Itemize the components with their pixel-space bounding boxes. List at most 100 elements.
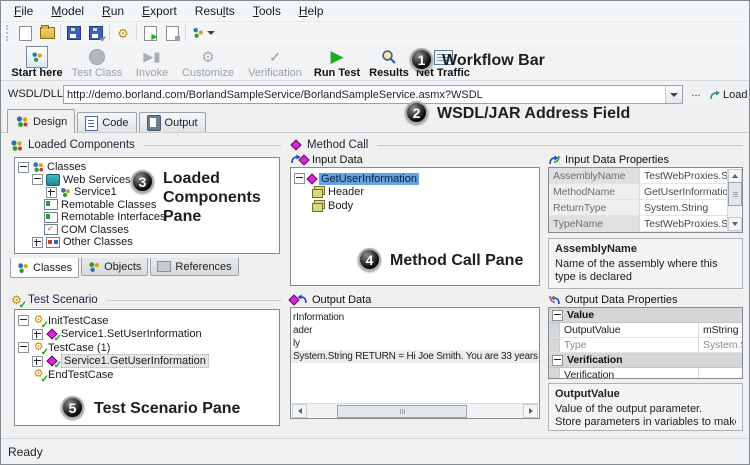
- collapse-icon[interactable]: [18, 315, 29, 326]
- property-row-outputvalue[interactable]: OutputValue mString: [549, 323, 742, 338]
- scroll-left-button[interactable]: [292, 404, 307, 418]
- expand-icon[interactable]: [32, 237, 43, 248]
- wsdl-address-field[interactable]: [63, 85, 683, 104]
- method-icon: [306, 173, 317, 184]
- menu-tools[interactable]: Tools: [244, 2, 290, 20]
- property-name: Type: [560, 338, 699, 352]
- tab-output[interactable]: Output: [139, 112, 206, 133]
- toolbar-grip[interactable]: [6, 25, 11, 41]
- wsdl-address-input[interactable]: [64, 89, 665, 101]
- expand-icon[interactable]: [32, 329, 43, 340]
- scroll-right-button[interactable]: [523, 404, 538, 418]
- tab-references[interactable]: References: [150, 258, 238, 276]
- horizontal-scrollbar[interactable]: [292, 403, 538, 417]
- menu-export[interactable]: Export: [133, 2, 186, 20]
- collapse-icon[interactable]: [552, 310, 563, 321]
- property-row-assemblyname[interactable]: AssemblyName TestWebProxies.Service: [549, 168, 742, 184]
- tree-item-label: Header: [328, 186, 364, 198]
- category-verification[interactable]: Verification: [549, 353, 742, 368]
- property-row-type[interactable]: Type System.S: [549, 338, 742, 353]
- save-as-button[interactable]: [85, 24, 107, 43]
- wsdl-label: WSDL/DLL:: [8, 88, 66, 100]
- load-button[interactable]: Load: [709, 86, 747, 104]
- tab-label: Code: [102, 117, 128, 129]
- tree-item-other-classes[interactable]: Other Classes: [15, 236, 279, 249]
- tree-item-body[interactable]: Body: [291, 199, 539, 213]
- testcase-icon: ⚙✓: [32, 315, 45, 327]
- tree-item-setuserinformation[interactable]: ✓ Service1.SetUserInformation: [15, 328, 279, 342]
- browse-button[interactable]: ...: [687, 87, 705, 103]
- section-title: Method Call: [307, 139, 368, 151]
- vertical-scrollbar[interactable]: [727, 169, 741, 231]
- collapse-icon[interactable]: [18, 342, 29, 353]
- property-description-text: Store parameters in variables to make th…: [555, 416, 736, 429]
- expand-icon[interactable]: [46, 187, 57, 198]
- property-row-verification[interactable]: Verification: [549, 368, 742, 379]
- menu-run[interactable]: Run: [93, 2, 133, 20]
- tab-objects[interactable]: Objects: [81, 258, 148, 276]
- property-row-returntype[interactable]: ReturnType System.String: [549, 200, 742, 216]
- scroll-up-button[interactable]: [728, 169, 742, 183]
- start-here-icon: [26, 46, 48, 68]
- main-toolbar: ⚙ ▶: [1, 22, 749, 44]
- category-label: Value: [567, 309, 594, 321]
- workflow-button-label: Invoke: [136, 67, 168, 79]
- workflow-dropdown-button[interactable]: [188, 24, 218, 43]
- output-data-pane[interactable]: rInformation ader ly System.String RETUR…: [290, 307, 540, 419]
- tab-code[interactable]: Code: [77, 112, 136, 133]
- collapse-icon[interactable]: [18, 162, 29, 173]
- settings-button[interactable]: ⚙: [112, 24, 134, 43]
- new-file-button[interactable]: [14, 24, 36, 43]
- tree-item-getuserinformation-input[interactable]: GetUserInformation: [291, 172, 539, 186]
- component-view-tabs: Classes Objects References: [10, 258, 241, 278]
- workflow-customize-button[interactable]: ⚙ Customize: [177, 45, 239, 79]
- property-row-typename[interactable]: TypeName TestWebProxies.Service: [549, 216, 742, 232]
- property-value[interactable]: mString: [699, 324, 742, 336]
- scrollbar-thumb[interactable]: [728, 182, 742, 206]
- collapse-icon[interactable]: [32, 174, 43, 185]
- save-icon: [67, 26, 81, 40]
- tree-item-inittestcase[interactable]: ⚙✓ InitTestCase: [15, 314, 279, 328]
- collapse-icon[interactable]: [294, 173, 305, 184]
- export-report-button[interactable]: [161, 24, 183, 43]
- save-button[interactable]: [63, 24, 85, 43]
- menu-file[interactable]: File: [5, 2, 42, 20]
- workflow-start-here-button[interactable]: Start here: [9, 45, 65, 79]
- status-bar: Ready: [1, 438, 749, 464]
- tab-design[interactable]: Design: [7, 109, 75, 133]
- invoke-icon: ▶▮: [143, 47, 160, 67]
- tree-item-label: Web Services: [63, 174, 131, 186]
- output-data-properties-icon: [548, 294, 561, 306]
- workflow-invoke-button[interactable]: ▶▮ Invoke: [129, 45, 175, 79]
- menu-results[interactable]: Results: [186, 2, 244, 20]
- open-button[interactable]: [36, 24, 58, 43]
- workflow-run-test-button[interactable]: ▶ Run Test: [311, 45, 363, 79]
- output-data-header: Output Data: [290, 293, 530, 306]
- property-row-methodname[interactable]: MethodName GetUserInformation: [549, 184, 742, 200]
- annotation-badge-2: 2: [405, 101, 428, 124]
- scrollbar-thumb[interactable]: [337, 405, 467, 418]
- scroll-down-button[interactable]: [728, 217, 742, 231]
- tree-item-header[interactable]: Header: [291, 186, 539, 200]
- save-as-icon: [89, 26, 103, 40]
- toolbar-separator: [136, 25, 137, 41]
- annotation-badge-3: 3: [131, 170, 154, 193]
- category-value[interactable]: Value: [549, 308, 742, 323]
- menu-model[interactable]: Model: [42, 2, 93, 20]
- expand-icon[interactable]: [32, 356, 43, 367]
- method-check-icon: ✓: [46, 329, 58, 340]
- export-results-button[interactable]: ▶: [139, 24, 161, 43]
- tree-item-getuserinformation[interactable]: ✓ Service1.GetUserInformation: [15, 355, 279, 369]
- address-dropdown-button[interactable]: [665, 86, 682, 103]
- workflow-verification-button[interactable]: ✓ Verification: [241, 45, 309, 79]
- collapse-icon[interactable]: [552, 355, 563, 366]
- menu-help[interactable]: Help: [290, 2, 333, 20]
- output-line: rInformation: [291, 311, 539, 324]
- tab-classes[interactable]: Classes: [10, 258, 79, 278]
- toolbar-separator: [109, 25, 110, 41]
- tree-item-label: Service1: [74, 186, 117, 198]
- property-description-title: AssemblyName: [555, 243, 736, 256]
- workflow-test-class-button[interactable]: Test Class: [67, 45, 127, 79]
- workflow-results-button[interactable]: Results: [365, 45, 413, 79]
- section-title: Output Data Properties: [565, 294, 678, 306]
